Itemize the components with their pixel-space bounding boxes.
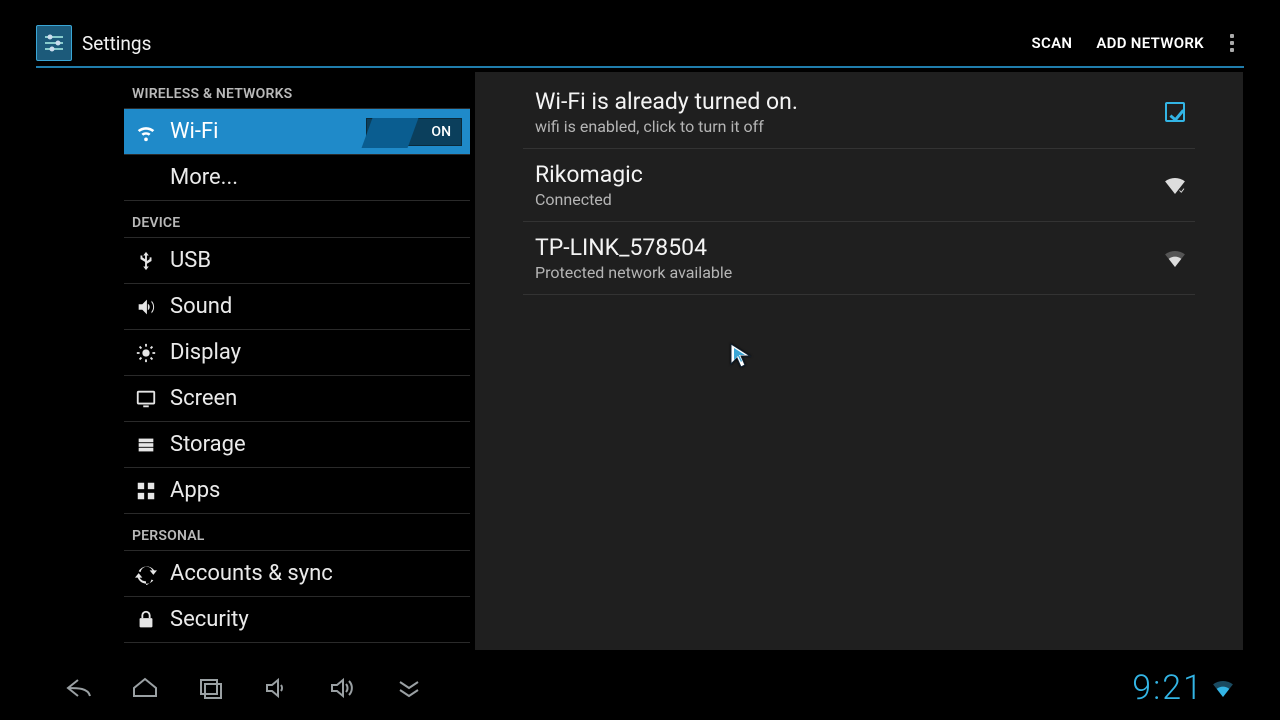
- section-header-personal: PERSONAL: [124, 514, 470, 551]
- sidebar-item-label: USB: [170, 248, 211, 273]
- home-button[interactable]: [112, 668, 178, 708]
- sidebar-item-security[interactable]: Security: [124, 597, 470, 643]
- overflow-menu-icon[interactable]: [1220, 25, 1244, 61]
- checkmark-icon: [1165, 102, 1185, 122]
- hide-bar-button[interactable]: [376, 668, 442, 708]
- sidebar-item-label: Accounts & sync: [170, 561, 333, 586]
- sidebar-item-accounts-sync[interactable]: Accounts & sync: [124, 551, 470, 597]
- sidebar-item-label: Sound: [170, 294, 232, 319]
- sidebar-item-display[interactable]: Display: [124, 330, 470, 376]
- system-navbar: 9:21: [0, 660, 1280, 716]
- sidebar-item-label: Screen: [170, 386, 237, 411]
- wifi-status-subtitle: wifi is enabled, click to turn it off: [535, 117, 798, 136]
- volume-down-button[interactable]: [244, 668, 310, 708]
- wifi-signal-icon: [1155, 249, 1195, 267]
- wifi-status-title: Wi-Fi is already turned on.: [535, 88, 798, 115]
- wifi-icon: [132, 118, 160, 146]
- sidebar-item-usb[interactable]: USB: [124, 238, 470, 284]
- sidebar-item-label: Storage: [170, 432, 246, 457]
- settings-app-icon: [36, 25, 72, 61]
- wifi-toggle[interactable]: ON: [366, 118, 462, 146]
- screen-icon: [132, 385, 160, 413]
- settings-sidebar: WIRELESS & NETWORKS Wi-Fi ON More... DEV…: [124, 72, 470, 650]
- wifi-network-name: TP-LINK_578504: [535, 234, 732, 261]
- wifi-network-name: Rikomagic: [535, 161, 643, 188]
- action-bar: Settings SCAN ADD NETWORK: [36, 20, 1244, 68]
- storage-icon: [132, 431, 160, 459]
- sidebar-item-wifi[interactable]: Wi-Fi ON: [124, 109, 470, 155]
- wifi-signal-icon: [1155, 176, 1195, 194]
- sidebar-item-apps[interactable]: Apps: [124, 468, 470, 514]
- add-network-button[interactable]: ADD NETWORK: [1084, 28, 1216, 58]
- back-button[interactable]: [46, 668, 112, 708]
- page-title: Settings: [82, 32, 151, 55]
- sidebar-item-label: Display: [170, 340, 241, 365]
- wifi-network-status: Connected: [535, 190, 643, 209]
- display-icon: [132, 339, 160, 367]
- wifi-status-icon: [1212, 679, 1234, 697]
- sync-icon: [132, 560, 160, 588]
- clock-time: 9:21: [1132, 668, 1204, 708]
- wifi-content-panel: Wi-Fi is already turned on. wifi is enab…: [474, 72, 1244, 650]
- wifi-network-row[interactable]: Rikomagic Connected: [523, 149, 1195, 222]
- sidebar-item-label: Apps: [170, 478, 220, 503]
- volume-up-button[interactable]: [310, 668, 376, 708]
- sidebar-item-label: More...: [170, 165, 238, 190]
- sidebar-item-sound[interactable]: Sound: [124, 284, 470, 330]
- sidebar-item-label: Security: [170, 607, 249, 632]
- sidebar-item-screen[interactable]: Screen: [124, 376, 470, 422]
- wifi-toggle-state: ON: [431, 124, 451, 140]
- status-clock[interactable]: 9:21: [1132, 668, 1234, 708]
- wifi-enabled-checkbox[interactable]: [1155, 102, 1195, 122]
- usb-icon: [132, 247, 160, 275]
- sidebar-item-label: Wi-Fi: [170, 119, 218, 144]
- wifi-network-status: Protected network available: [535, 263, 732, 282]
- sidebar-item-more[interactable]: More...: [124, 155, 470, 201]
- apps-icon: [132, 477, 160, 505]
- section-header-device: DEVICE: [124, 201, 470, 238]
- wifi-network-row[interactable]: TP-LINK_578504 Protected network availab…: [523, 222, 1195, 295]
- recent-apps-button[interactable]: [178, 668, 244, 708]
- section-header-wireless: WIRELESS & NETWORKS: [124, 72, 470, 109]
- lock-icon: [132, 606, 160, 634]
- sound-icon: [132, 293, 160, 321]
- sidebar-item-storage[interactable]: Storage: [124, 422, 470, 468]
- wifi-status-row[interactable]: Wi-Fi is already turned on. wifi is enab…: [523, 76, 1195, 149]
- scan-button[interactable]: SCAN: [1020, 28, 1085, 58]
